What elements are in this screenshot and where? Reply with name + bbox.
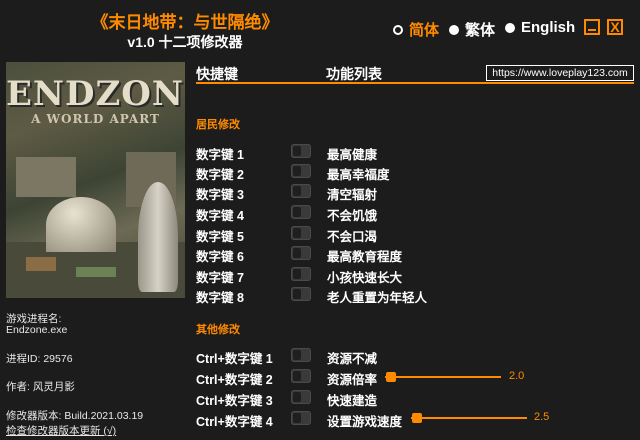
cheat-name: 资源不减 <box>327 352 378 366</box>
cover-tagline: A WORLD APART <box>31 112 160 126</box>
toggle-switch[interactable] <box>291 267 311 281</box>
cover-logo: ENDZONE <box>6 74 185 114</box>
author: 作者: 风灵月影 <box>6 381 75 393</box>
radio-selected-icon <box>393 24 403 35</box>
header-divider <box>196 82 634 84</box>
close-icon[interactable]: X <box>607 19 623 35</box>
slider-handle[interactable] <box>411 413 422 423</box>
hotkey-label: 数字键 7 <box>196 271 244 285</box>
website-link[interactable]: https://www.loveplay123.com <box>486 65 634 81</box>
slider-value: 2.0 <box>509 370 525 382</box>
hotkey-label: Ctrl+数字键 2 <box>196 373 273 387</box>
hotkey-label: 数字键 3 <box>196 188 244 202</box>
toggle-switch[interactable] <box>291 348 311 362</box>
cheat-name: 不会饥饿 <box>327 209 378 223</box>
slider-value: 2.5 <box>534 411 550 423</box>
hotkey-label: Ctrl+数字键 4 <box>196 415 273 429</box>
minimize-icon[interactable] <box>584 19 600 35</box>
lang-english-label: English <box>521 19 576 36</box>
hotkey-column-header: 快捷键 <box>196 66 238 82</box>
toggle-switch[interactable] <box>291 287 311 301</box>
cheat-name: 老人重置为年轻人 <box>327 291 428 305</box>
section-residents: 居民修改 <box>196 119 240 131</box>
check-update-link[interactable]: 检查修改器版本更新 (√) <box>6 423 116 438</box>
toggle-switch[interactable] <box>291 369 311 383</box>
resource-multiplier-slider[interactable] <box>385 376 501 378</box>
toggle-switch[interactable] <box>291 390 311 404</box>
cheat-name: 最高健康 <box>327 148 378 162</box>
hotkey-label: 数字键 2 <box>196 168 244 182</box>
toggle-switch[interactable] <box>291 205 311 219</box>
trainer-version: 修改器版本: Build.2021.03.19 <box>6 410 144 422</box>
toggle-switch[interactable] <box>291 411 311 425</box>
toggle-switch[interactable] <box>291 226 311 240</box>
lang-simplified-option[interactable]: 简体 <box>393 19 439 40</box>
lang-simplified-label: 简体 <box>409 22 440 39</box>
cheat-name: 不会口渴 <box>327 230 378 244</box>
cheat-name: 小孩快速长大 <box>327 271 403 285</box>
hotkey-label: 数字键 5 <box>196 230 244 244</box>
lang-english-option[interactable]: English <box>505 19 575 36</box>
cheat-name: 清空辐射 <box>327 188 378 202</box>
hotkey-label: 数字键 4 <box>196 209 244 223</box>
section-other: 其他修改 <box>196 324 240 336</box>
game-cover-image: ENDZONE A WORLD APART <box>6 62 185 298</box>
toggle-switch[interactable] <box>291 164 311 178</box>
game-speed-slider[interactable] <box>411 417 527 419</box>
lang-traditional-label: 繁体 <box>465 22 496 39</box>
cheat-name: 资源倍率 <box>327 373 378 387</box>
app-title: 《末日地带：与世隔绝》 <box>91 13 279 32</box>
app-subtitle: v1.0 十二项修改器 <box>127 34 243 50</box>
hotkey-label: 数字键 6 <box>196 250 244 264</box>
cheat-name: 最高教育程度 <box>327 250 403 264</box>
process-id: 进程ID: 29576 <box>6 353 73 365</box>
cheat-name: 最高幸福度 <box>327 168 390 182</box>
slider-handle[interactable] <box>385 372 396 382</box>
hotkey-label: 数字键 1 <box>196 148 244 162</box>
radio-unselected-icon <box>505 22 515 33</box>
radio-unselected-icon <box>449 24 459 35</box>
cheat-name: 设置游戏速度 <box>327 415 403 429</box>
hotkey-label: Ctrl+数字键 3 <box>196 394 273 408</box>
lang-traditional-option[interactable]: 繁体 <box>449 19 495 40</box>
hotkey-label: 数字键 8 <box>196 291 244 305</box>
function-column-header: 功能列表 <box>326 66 382 82</box>
hotkey-label: Ctrl+数字键 1 <box>196 352 273 366</box>
toggle-switch[interactable] <box>291 144 311 158</box>
toggle-switch[interactable] <box>291 246 311 260</box>
cheat-name: 快速建造 <box>327 394 378 408</box>
toggle-switch[interactable] <box>291 184 311 198</box>
process-name-value: Endzone.exe <box>6 324 68 336</box>
